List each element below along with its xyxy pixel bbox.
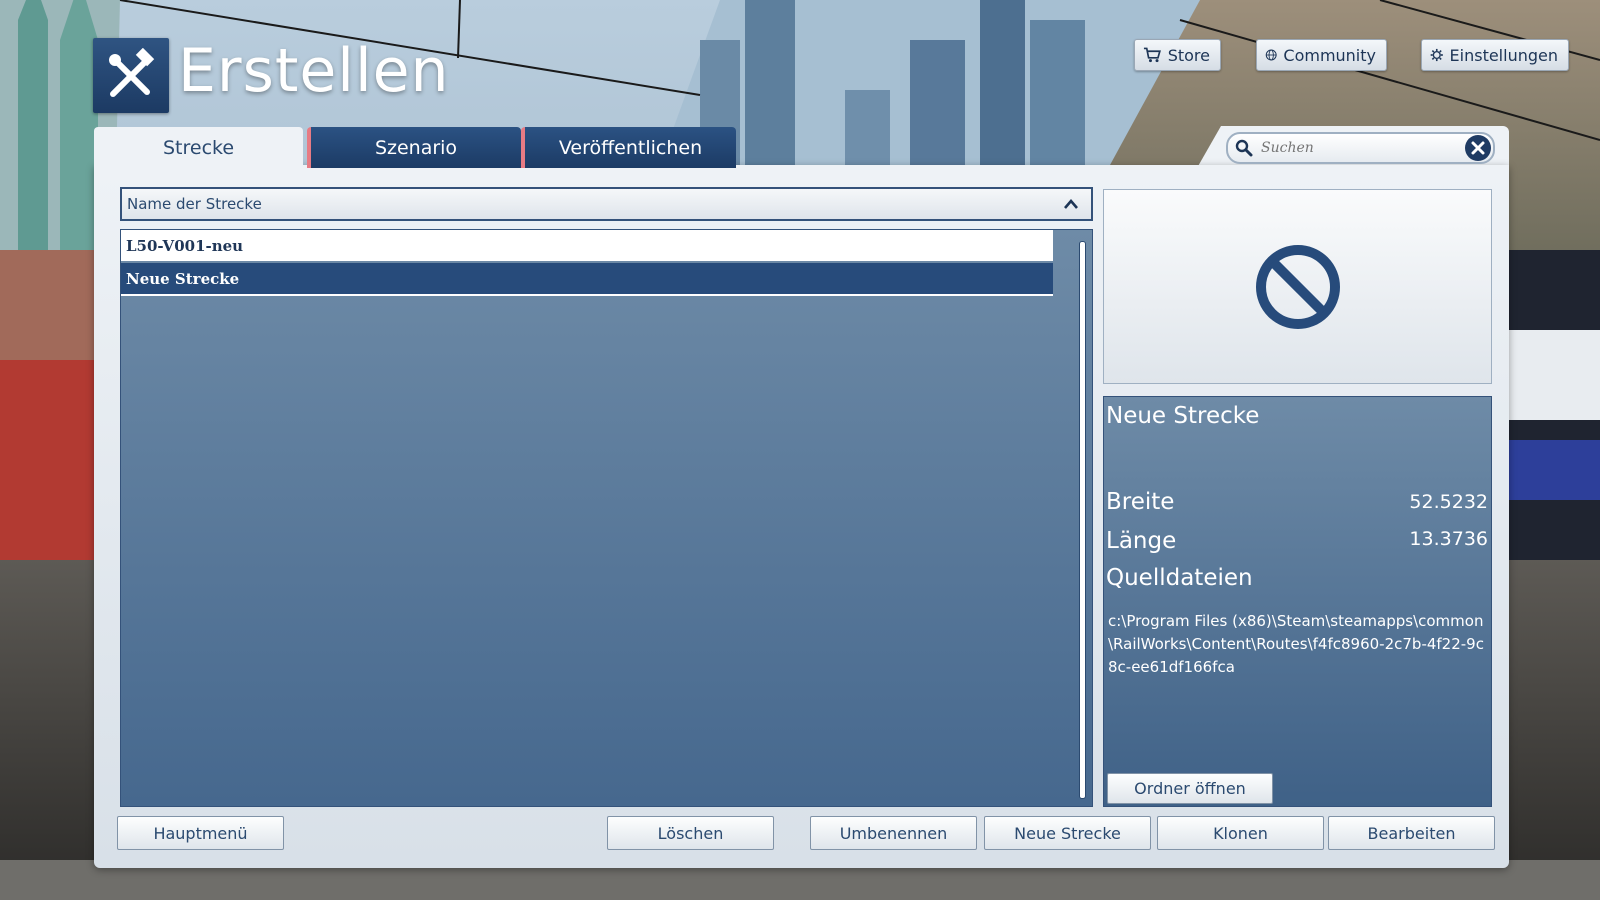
page-title: Erstellen	[178, 36, 450, 106]
breite-label: Breite	[1106, 489, 1175, 515]
chevron-up-icon[interactable]	[1063, 198, 1079, 210]
rename-label: Umbenennen	[839, 823, 948, 843]
list-item-selected[interactable]: Neue Strecke	[121, 263, 1053, 296]
gear-icon	[1430, 48, 1443, 62]
tab-strecke-label: Strecke	[162, 136, 235, 159]
tab-szenario-label: Szenario	[374, 136, 458, 159]
community-button[interactable]: Community	[1256, 39, 1387, 71]
settings-label: Einstellungen	[1449, 45, 1558, 65]
route-list: L50-V001-neu Neue Strecke	[120, 229, 1093, 807]
route-details: Neue Strecke Breite 52.5232 Länge 13.373…	[1103, 396, 1492, 807]
tab-strecke[interactable]: Strecke	[94, 127, 303, 168]
column-name-label: Name der Strecke	[127, 195, 262, 213]
open-folder-label: Ordner öffnen	[1134, 779, 1246, 798]
new-route-label: Neue Strecke	[1014, 823, 1121, 843]
list-item-label: Neue Strecke	[126, 269, 240, 288]
rename-button[interactable]: Umbenennen	[810, 816, 977, 850]
tab-szenario[interactable]: Szenario	[307, 127, 521, 168]
cart-icon	[1143, 47, 1161, 63]
main-menu-label: Hauptmenü	[153, 823, 248, 843]
list-column-header[interactable]: Name der Strecke	[120, 187, 1093, 221]
list-item-label: L50-V001-neu	[126, 236, 244, 255]
tab-veroeffentlichen-label: Veröffentlichen	[558, 136, 703, 159]
tools-hammer-wrench-icon	[109, 47, 155, 97]
route-preview	[1103, 189, 1492, 384]
new-route-button[interactable]: Neue Strecke	[984, 816, 1151, 850]
edit-button[interactable]: Bearbeiten	[1328, 816, 1495, 850]
app-logo	[93, 38, 169, 113]
breite-value: 52.5232	[1409, 491, 1488, 513]
tab-veroeffentlichen[interactable]: Veröffentlichen	[521, 127, 736, 168]
store-label: Store	[1167, 45, 1210, 65]
no-entry-icon	[1255, 244, 1340, 329]
clear-search-icon[interactable]	[1464, 134, 1492, 162]
list-item[interactable]: L50-V001-neu	[121, 230, 1053, 261]
source-path: c:\Program Files (x86)\Steam\steamapps\c…	[1108, 612, 1484, 676]
edit-label: Bearbeiten	[1367, 823, 1456, 843]
store-button[interactable]: Store	[1134, 39, 1221, 71]
community-label: Community	[1283, 45, 1376, 65]
main-menu-button[interactable]: Hauptmenü	[117, 816, 284, 850]
settings-button[interactable]: Einstellungen	[1421, 39, 1569, 71]
quelldateien-label: Quelldateien	[1106, 565, 1253, 591]
laenge-value: 13.3736	[1409, 528, 1488, 550]
open-folder-button[interactable]: Ordner öffnen	[1107, 773, 1273, 804]
delete-label: Löschen	[657, 823, 724, 843]
clone-button[interactable]: Klonen	[1157, 816, 1324, 850]
search-icon	[1235, 139, 1253, 157]
delete-button[interactable]: Löschen	[607, 816, 774, 850]
clone-label: Klonen	[1213, 823, 1268, 843]
search-input[interactable]	[1259, 139, 1464, 157]
list-scrollbar[interactable]	[1079, 241, 1086, 799]
search-box	[1226, 132, 1495, 164]
laenge-label: Länge	[1106, 528, 1177, 554]
globe-icon	[1265, 49, 1277, 61]
details-title: Neue Strecke	[1106, 403, 1260, 429]
